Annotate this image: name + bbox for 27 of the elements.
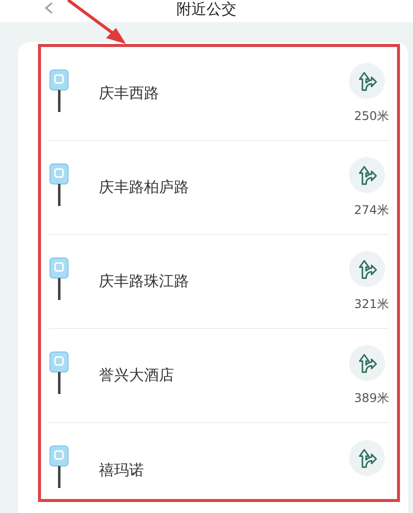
route-button[interactable] <box>349 250 385 286</box>
stop-name: 庆丰西路 <box>99 83 160 104</box>
fork-arrow-icon <box>356 164 378 186</box>
page-title: 附近公交 <box>176 0 236 18</box>
fork-arrow-icon <box>356 70 378 92</box>
fork-arrow-icon <box>356 447 378 469</box>
stop-name: 禧玛诺 <box>99 460 145 481</box>
route-button[interactable] <box>349 62 385 98</box>
distance-label: 389米 <box>354 390 389 406</box>
stop-name: 誉兴大酒店 <box>99 365 175 386</box>
bus-stop-row[interactable]: 庆丰路珠江路 321米 <box>49 235 389 329</box>
bus-stop-row[interactable]: 禧玛诺 <box>49 423 389 499</box>
distance-label: 321米 <box>354 296 389 312</box>
bus-stop-row[interactable]: 庆丰路柏庐路 274米 <box>49 141 389 235</box>
stop-name: 庆丰路珠江路 <box>99 271 190 292</box>
stop-name: 庆丰路柏庐路 <box>99 177 190 198</box>
route-button[interactable] <box>349 440 385 476</box>
distance-label: 250米 <box>354 108 389 124</box>
fork-arrow-icon <box>356 258 378 280</box>
route-button[interactable] <box>349 344 385 380</box>
back-icon[interactable] <box>44 2 54 14</box>
pointer-arrow <box>66 0 128 46</box>
route-button[interactable] <box>349 156 385 192</box>
bus-stop-row[interactable]: 誉兴大酒店 389米 <box>49 329 389 423</box>
fork-arrow-icon <box>356 352 378 374</box>
bus-stop-row[interactable]: 庆丰西路 250米 <box>49 47 389 141</box>
distance-label: 274米 <box>354 202 389 218</box>
